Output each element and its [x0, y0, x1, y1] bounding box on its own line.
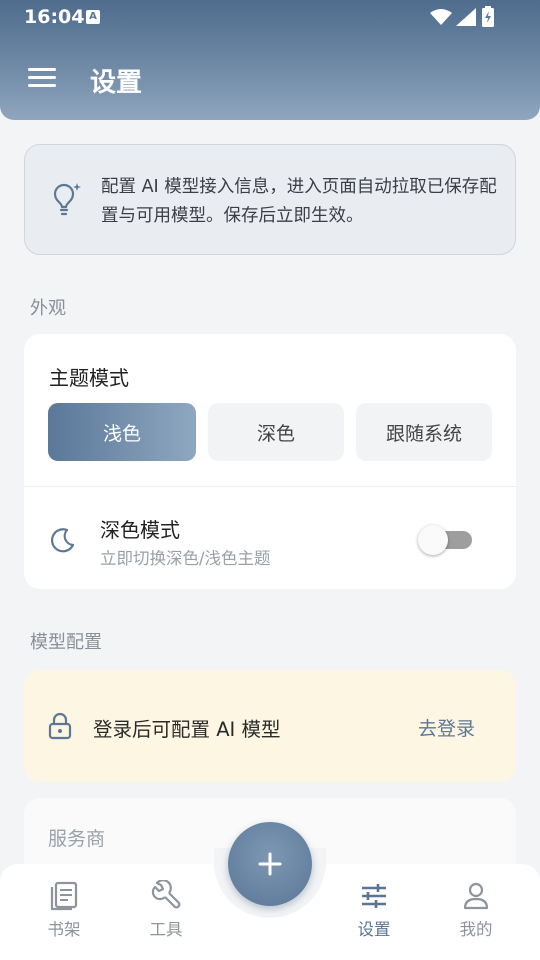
- toggle-thumb: [418, 525, 448, 555]
- info-card: 配置 AI 模型接入信息，进入页面自动拉取已保存配置与可用模型。保存后立即生效。: [24, 144, 516, 255]
- status-bar: 16:04 A: [0, 0, 540, 34]
- section-label-appearance: 外观: [30, 298, 66, 319]
- section-label-model: 模型配置: [30, 632, 102, 653]
- plus-icon: [258, 852, 282, 876]
- theme-mode-title: 主题模式: [49, 366, 129, 390]
- provider-label: 服务商: [48, 828, 106, 850]
- dark-mode-title: 深色模式: [100, 518, 180, 542]
- signal-icon: [456, 8, 476, 26]
- theme-option-light[interactable]: 浅色: [48, 403, 196, 461]
- dark-mode-toggle[interactable]: [418, 525, 472, 555]
- bookshelf-icon: [50, 881, 78, 911]
- nav-label-profile: 我的: [459, 920, 493, 939]
- wifi-icon: [430, 9, 452, 25]
- nav-item-settings[interactable]: 设置: [334, 880, 414, 940]
- login-prompt-text: 登录后可配置 AI 模型: [93, 718, 281, 741]
- status-time: 16:04: [24, 6, 85, 28]
- nav-label-bookshelf: 书架: [47, 920, 81, 939]
- moon-icon: [50, 528, 75, 553]
- status-icons: [430, 6, 500, 27]
- dark-mode-subtitle: 立即切换深色/浅色主题: [100, 549, 271, 568]
- theme-option-dark[interactable]: 深色: [208, 403, 344, 461]
- sliders-icon: [362, 884, 386, 908]
- user-icon: [463, 882, 489, 910]
- nav-item-bookshelf[interactable]: 书架: [24, 880, 104, 940]
- theme-option-system[interactable]: 跟随系统: [356, 403, 492, 461]
- nav-item-profile[interactable]: 我的: [436, 880, 516, 940]
- login-link[interactable]: 去登录: [418, 714, 475, 741]
- app-header: 16:04 A 设置: [0, 0, 540, 120]
- page-title: 设置: [90, 68, 143, 98]
- battery-icon: [482, 6, 494, 27]
- divider: [24, 486, 516, 487]
- keyboard-a-icon: A: [86, 10, 100, 24]
- login-card: 登录后可配置 AI 模型 去登录: [24, 670, 516, 782]
- info-text: 配置 AI 模型接入信息，进入页面自动拉取已保存配置与可用模型。保存后立即生效。: [101, 177, 497, 226]
- nav-item-tools[interactable]: 工具: [126, 880, 206, 940]
- add-fab-button[interactable]: [228, 822, 312, 906]
- menu-icon[interactable]: [28, 68, 56, 90]
- appearance-card: 主题模式 浅色 深色 跟随系统 深色模式 立即切换深色/浅色主题: [24, 334, 516, 589]
- lock-icon: [48, 712, 72, 740]
- nav-label-tools: 工具: [149, 920, 183, 939]
- nav-label-settings: 设置: [357, 920, 391, 939]
- wrench-icon: [151, 880, 181, 909]
- lightbulb-icon: [53, 183, 81, 216]
